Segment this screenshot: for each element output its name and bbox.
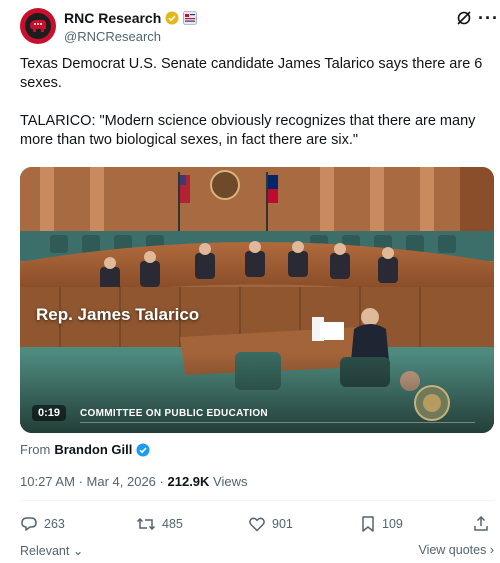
repost-button[interactable]: 485 [136,515,183,533]
bookmark-count: 109 [382,517,403,531]
like-button[interactable]: 901 [248,515,293,533]
like-count: 901 [272,517,293,531]
tweet-actions: 263 485 901 109 [20,515,494,535]
tweet-meta: 10:27 AM · Mar 4, 2026 · 212.9K Views [20,474,248,489]
reply-count: 263 [44,517,65,531]
blue-verified-badge-icon [136,443,150,456]
author-display-name[interactable]: RNC Research [64,10,161,26]
video-caption-name: Rep. James Talarico [36,305,200,324]
from-prefix: From [20,442,51,457]
view-quotes-link[interactable]: View quotes › [418,543,494,557]
reply-button[interactable]: 263 [20,515,65,533]
author-name-row[interactable]: RNC Research [64,10,198,26]
meta-separator: · [78,474,83,489]
repost-icon [136,517,156,531]
tweet-paragraph: Texas Democrat U.S. Senate candidate Jam… [20,56,483,91]
video-frame [20,167,494,433]
chevron-down-icon: ⌄ [72,544,84,558]
relevant-label: Relevant [20,544,70,558]
share-icon [474,515,488,531]
repost-count: 485 [162,517,183,531]
share-button[interactable] [472,515,490,533]
chevron-right-icon: › [489,543,494,557]
divider [20,500,494,501]
more-options-icon[interactable]: ··· [478,8,499,29]
tweet-date[interactable]: Mar 4, 2026 [87,474,156,489]
gold-verified-badge-icon[interactable] [165,11,179,25]
tweet-time[interactable]: 10:27 AM [20,474,75,489]
meta-separator: · [159,474,164,489]
from-user-link[interactable]: Brandon Gill [54,442,132,457]
bookmark-button[interactable]: 109 [360,515,403,533]
heart-icon [249,517,265,532]
video-lower-third: COMMITTEE ON PUBLIC EDUCATION [80,408,268,419]
reply-icon [21,517,37,531]
views-label: Views [213,474,248,489]
views-count: 212.9K [167,474,210,489]
view-quotes-label: View quotes [418,543,487,557]
bookmark-icon [362,516,374,532]
grok-icon[interactable] [456,10,472,26]
author-handle[interactable]: @RNCResearch [64,29,161,44]
tweet-header: RNC Research @RNCResearch ··· [20,8,498,48]
republican-elephant-icon [30,20,46,32]
video-player[interactable]: Rep. James Talarico 0:19 COMMITTEE ON PU… [20,167,494,433]
from-attribution: From Brandon Gill [20,442,150,457]
tweet-paragraph: TALARICO: "Modern science obviously reco… [20,113,476,148]
tweet-text: Texas Democrat U.S. Senate candidate Jam… [20,55,485,169]
avatar[interactable] [20,8,56,44]
affiliate-badge-icon[interactable] [183,11,198,25]
video-duration: 0:19 [32,405,67,421]
relevant-sort-dropdown[interactable]: Relevant ⌄ [20,543,83,558]
